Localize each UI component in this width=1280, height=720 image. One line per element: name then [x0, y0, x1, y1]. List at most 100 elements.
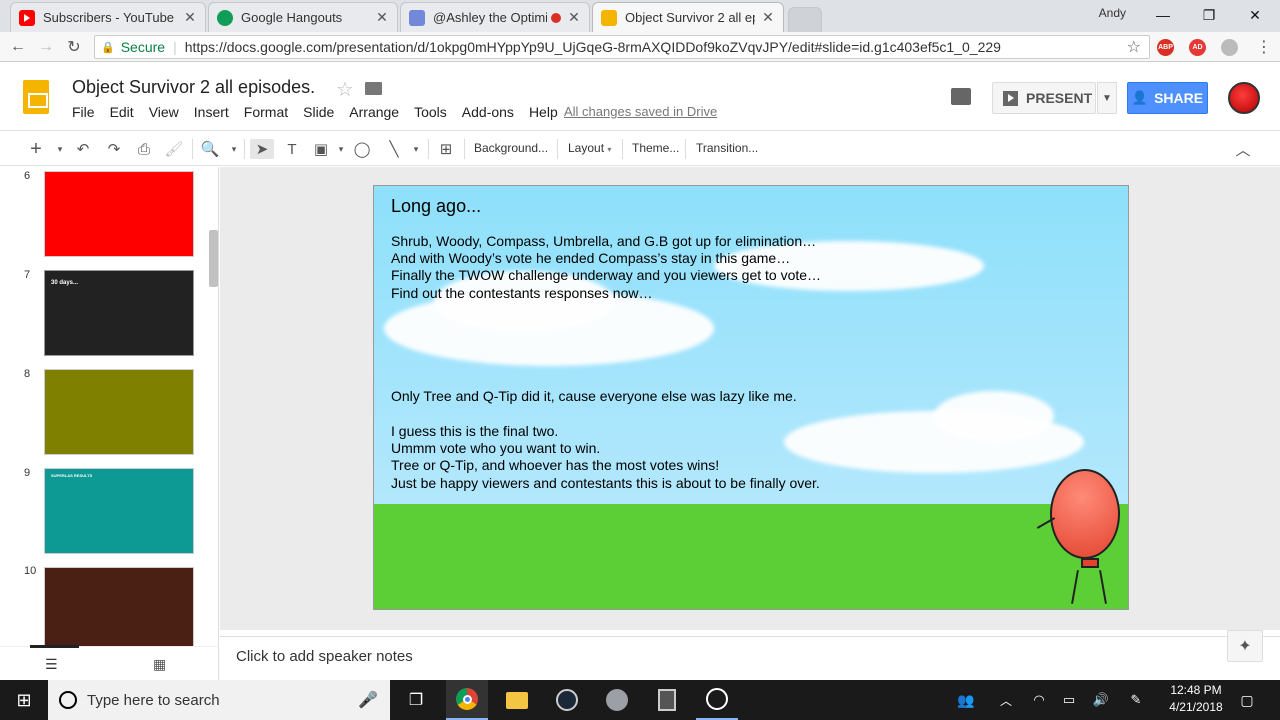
balloon-character[interactable]	[1050, 469, 1120, 559]
slide-filmstrip[interactable]: 6 7 30 days... 8 9 SUPERLAS RESULTS 10	[0, 167, 219, 646]
close-icon[interactable]: ✕	[567, 9, 581, 26]
slide-title[interactable]: Long ago...	[391, 196, 481, 217]
adblock-plus-icon[interactable]: ABP	[1157, 39, 1174, 56]
chevron-down-icon[interactable]: ▾	[331, 139, 351, 159]
menu-file[interactable]: File	[72, 104, 95, 120]
menu-arrange[interactable]: Arrange	[349, 104, 399, 120]
pen-icon[interactable]: ✎	[1125, 680, 1147, 720]
explore-icon[interactable]: ✦	[1227, 630, 1263, 662]
star-icon[interactable]: ☆	[336, 77, 354, 102]
speaker-notes[interactable]: Click to add speaker notes	[220, 636, 1280, 680]
menu-insert[interactable]: Insert	[194, 104, 229, 120]
slide-text-line[interactable]: Only Tree and Q-Tip did it, cause everyo…	[391, 388, 797, 404]
minimize-icon[interactable]: —	[1140, 0, 1186, 30]
layout-button[interactable]: Layout ▾	[568, 141, 611, 155]
adblock-icon[interactable]: AD	[1189, 39, 1206, 56]
tab-youtube[interactable]: Subscribers - YouTube ✕	[10, 2, 206, 32]
chevron-down-icon[interactable]: ▾	[50, 139, 70, 159]
notifications-icon[interactable]: ▢	[1236, 680, 1258, 720]
bookmark-star-icon[interactable]: ☆	[1127, 37, 1141, 57]
steam-icon[interactable]	[546, 680, 588, 720]
folder-icon[interactable]	[365, 82, 382, 95]
slide-thumbnail[interactable]	[44, 567, 194, 646]
document-title[interactable]: Object Survivor 2 all episodes.	[72, 77, 315, 98]
battery-icon[interactable]: ▭	[1058, 680, 1080, 720]
menu-addons[interactable]: Add-ons	[462, 104, 514, 120]
chevron-down-icon[interactable]: ▾	[406, 139, 426, 159]
background-button[interactable]: Background...	[474, 141, 548, 155]
filmstrip-scrollbar[interactable]	[209, 230, 218, 287]
menu-format[interactable]: Format	[244, 104, 288, 120]
slides-logo[interactable]	[23, 80, 49, 114]
chrome-taskbar-icon[interactable]	[446, 680, 488, 720]
slide-thumbnail[interactable]	[44, 369, 194, 455]
forward-arrow-icon[interactable]: →	[35, 36, 57, 58]
wifi-icon[interactable]: ◠	[1028, 680, 1050, 720]
profile-name[interactable]: Andy	[1099, 6, 1126, 20]
file-explorer-icon[interactable]	[496, 680, 538, 720]
add-comment-icon[interactable]: ⊞	[436, 139, 456, 159]
save-status[interactable]: All changes saved in Drive	[564, 104, 717, 119]
grid-view-icon[interactable]: ▦	[153, 656, 166, 673]
menu-help[interactable]: Help	[529, 104, 558, 120]
tab-hangouts[interactable]: Google Hangouts ✕	[208, 2, 398, 32]
menu-view[interactable]: View	[149, 104, 179, 120]
avatar[interactable]	[1228, 82, 1260, 114]
taskbar-search[interactable]: Type here to search 🎤	[48, 680, 390, 720]
present-button[interactable]: PRESENT	[992, 82, 1096, 114]
menu-edit[interactable]: Edit	[110, 104, 134, 120]
menu-slide[interactable]: Slide	[303, 104, 334, 120]
slide-thumbnail[interactable]: SUPERLAS RESULTS	[44, 468, 194, 554]
people-icon[interactable]: 👥	[955, 680, 977, 720]
present-dropdown-icon[interactable]: ▼	[1097, 82, 1117, 114]
back-arrow-icon[interactable]: ←	[7, 36, 29, 58]
close-icon[interactable]: ✕	[183, 9, 197, 26]
slide-text-line[interactable]: I guess this is the final two.	[391, 423, 558, 439]
new-tab-button[interactable]	[788, 7, 822, 32]
slide-text-line[interactable]: Finally the TWOW challenge underway and …	[391, 267, 821, 283]
close-icon[interactable]: ✕	[761, 9, 775, 26]
restore-icon[interactable]: ❐	[1186, 0, 1232, 30]
chevron-down-icon[interactable]: ▾	[224, 139, 244, 159]
obs-icon[interactable]	[696, 680, 738, 720]
new-slide-icon[interactable]: +	[26, 138, 46, 160]
taskbar-clock[interactable]: 12:48 PM 4/21/2018	[1158, 682, 1234, 716]
app-icon[interactable]	[596, 680, 638, 720]
undo-icon[interactable]: ↶	[73, 139, 93, 159]
close-window-icon[interactable]: ✕	[1232, 0, 1278, 30]
share-button[interactable]: 👤 SHARE	[1127, 82, 1208, 114]
calculator-icon[interactable]	[646, 680, 688, 720]
redo-icon[interactable]: ↷	[104, 139, 124, 159]
reload-icon[interactable]: ↻	[63, 36, 85, 58]
image-icon[interactable]: ▣	[311, 139, 331, 159]
tab-slides[interactable]: Object Survivor 2 all epis ✕	[592, 2, 784, 32]
zoom-icon[interactable]: 🔍	[200, 139, 220, 159]
slide-text-line[interactable]: Shrub, Woody, Compass, Umbrella, and G.B…	[391, 233, 816, 249]
menu-tools[interactable]: Tools	[414, 104, 447, 120]
theme-button[interactable]: Theme...	[632, 141, 679, 155]
volume-icon[interactable]: 🔊	[1090, 680, 1112, 720]
filmstrip-view-icon[interactable]: ☰	[45, 656, 58, 673]
slide-thumbnail[interactable]: 30 days...	[44, 270, 194, 356]
line-icon[interactable]: ╲	[384, 139, 404, 159]
text-box-icon[interactable]: T	[282, 139, 302, 159]
collapse-toolbar-icon[interactable]: ︿	[1233, 139, 1253, 159]
slide-text-line[interactable]: Find out the contestants responses now…	[391, 285, 652, 301]
close-icon[interactable]: ✕	[375, 9, 389, 26]
microphone-icon[interactable]: 🎤	[358, 690, 378, 710]
tab-discord[interactable]: @Ashley the Optimist ✕	[400, 2, 590, 32]
slide-text-line[interactable]: Ummm vote who you want to win.	[391, 440, 600, 456]
paint-format-icon[interactable]: 🖌	[164, 139, 184, 159]
slide-text-line[interactable]: Tree or Q-Tip, and whoever has the most …	[391, 457, 719, 473]
print-icon[interactable]: ⎙	[134, 139, 154, 159]
extension-icon[interactable]	[1221, 39, 1238, 56]
task-view-icon[interactable]: ❐	[396, 680, 436, 720]
slide-text-line[interactable]: And with Woody’s vote he ended Compass’s…	[391, 250, 790, 266]
comments-icon[interactable]	[951, 88, 971, 105]
slide-thumbnail[interactable]	[44, 171, 194, 257]
transition-button[interactable]: Transition...	[696, 141, 758, 155]
select-cursor-icon[interactable]: ➤	[250, 139, 274, 159]
slide-text-line[interactable]: Just be happy viewers and contestants th…	[391, 475, 820, 491]
chrome-menu-icon[interactable]: ⋮	[1253, 36, 1275, 58]
slide-canvas[interactable]: Long ago... Shrub, Woody, Compass, Umbre…	[373, 185, 1129, 610]
